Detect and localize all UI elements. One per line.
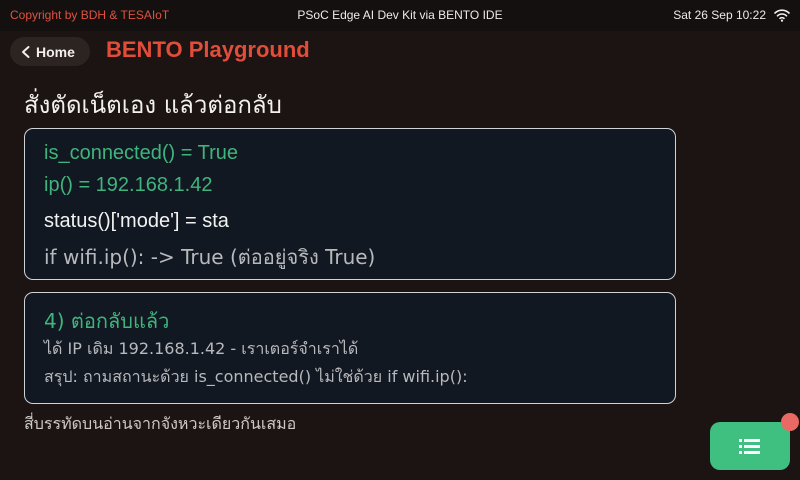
wifi-icon (774, 9, 790, 22)
clock: Sat 26 Sep 10:22 (673, 8, 766, 22)
notification-badge (781, 413, 799, 431)
wifi-ip-check-line: if wifi.ip(): -> True (ต่ออยู่จริง True) (44, 245, 376, 269)
list-icon (739, 439, 760, 454)
footer-note: สี่บรรทัดบนอ่านจากจังหวะเดียวกันเสมอ (24, 414, 297, 433)
status-mode-line: status()['mode'] = sta (44, 210, 229, 232)
reconnect-card: 4) ต่อกลับแล้ว ได้ IP เดิม 192.168.1.42 … (24, 292, 676, 404)
status-card: is_connected() = True ip() = 192.168.1.4… (24, 128, 676, 280)
is-connected-line: is_connected() = True (44, 142, 238, 164)
app-title: BENTO Playground (106, 37, 310, 62)
ip-line: ip() = 192.168.1.42 (44, 174, 213, 196)
status-bar: Copyright by BDH & TESAIoT PSoC Edge AI … (0, 0, 800, 31)
step-title: 4) ต่อกลับแล้ว (44, 309, 170, 333)
page-title: สั่งตัดเน็ตเอง แล้วต่อกลับ (24, 91, 282, 119)
home-button[interactable]: Home (10, 37, 90, 66)
ip-result-line: ได้ IP เดิม 192.168.1.42 - เราเตอร์จำเรา… (44, 339, 359, 358)
menu-button[interactable] (710, 422, 790, 470)
home-button-label: Home (36, 43, 75, 60)
chevron-left-icon (22, 45, 30, 58)
summary-line: สรุป: ถามสถานะด้วย is_connected() ไม่ใช่… (44, 367, 468, 386)
